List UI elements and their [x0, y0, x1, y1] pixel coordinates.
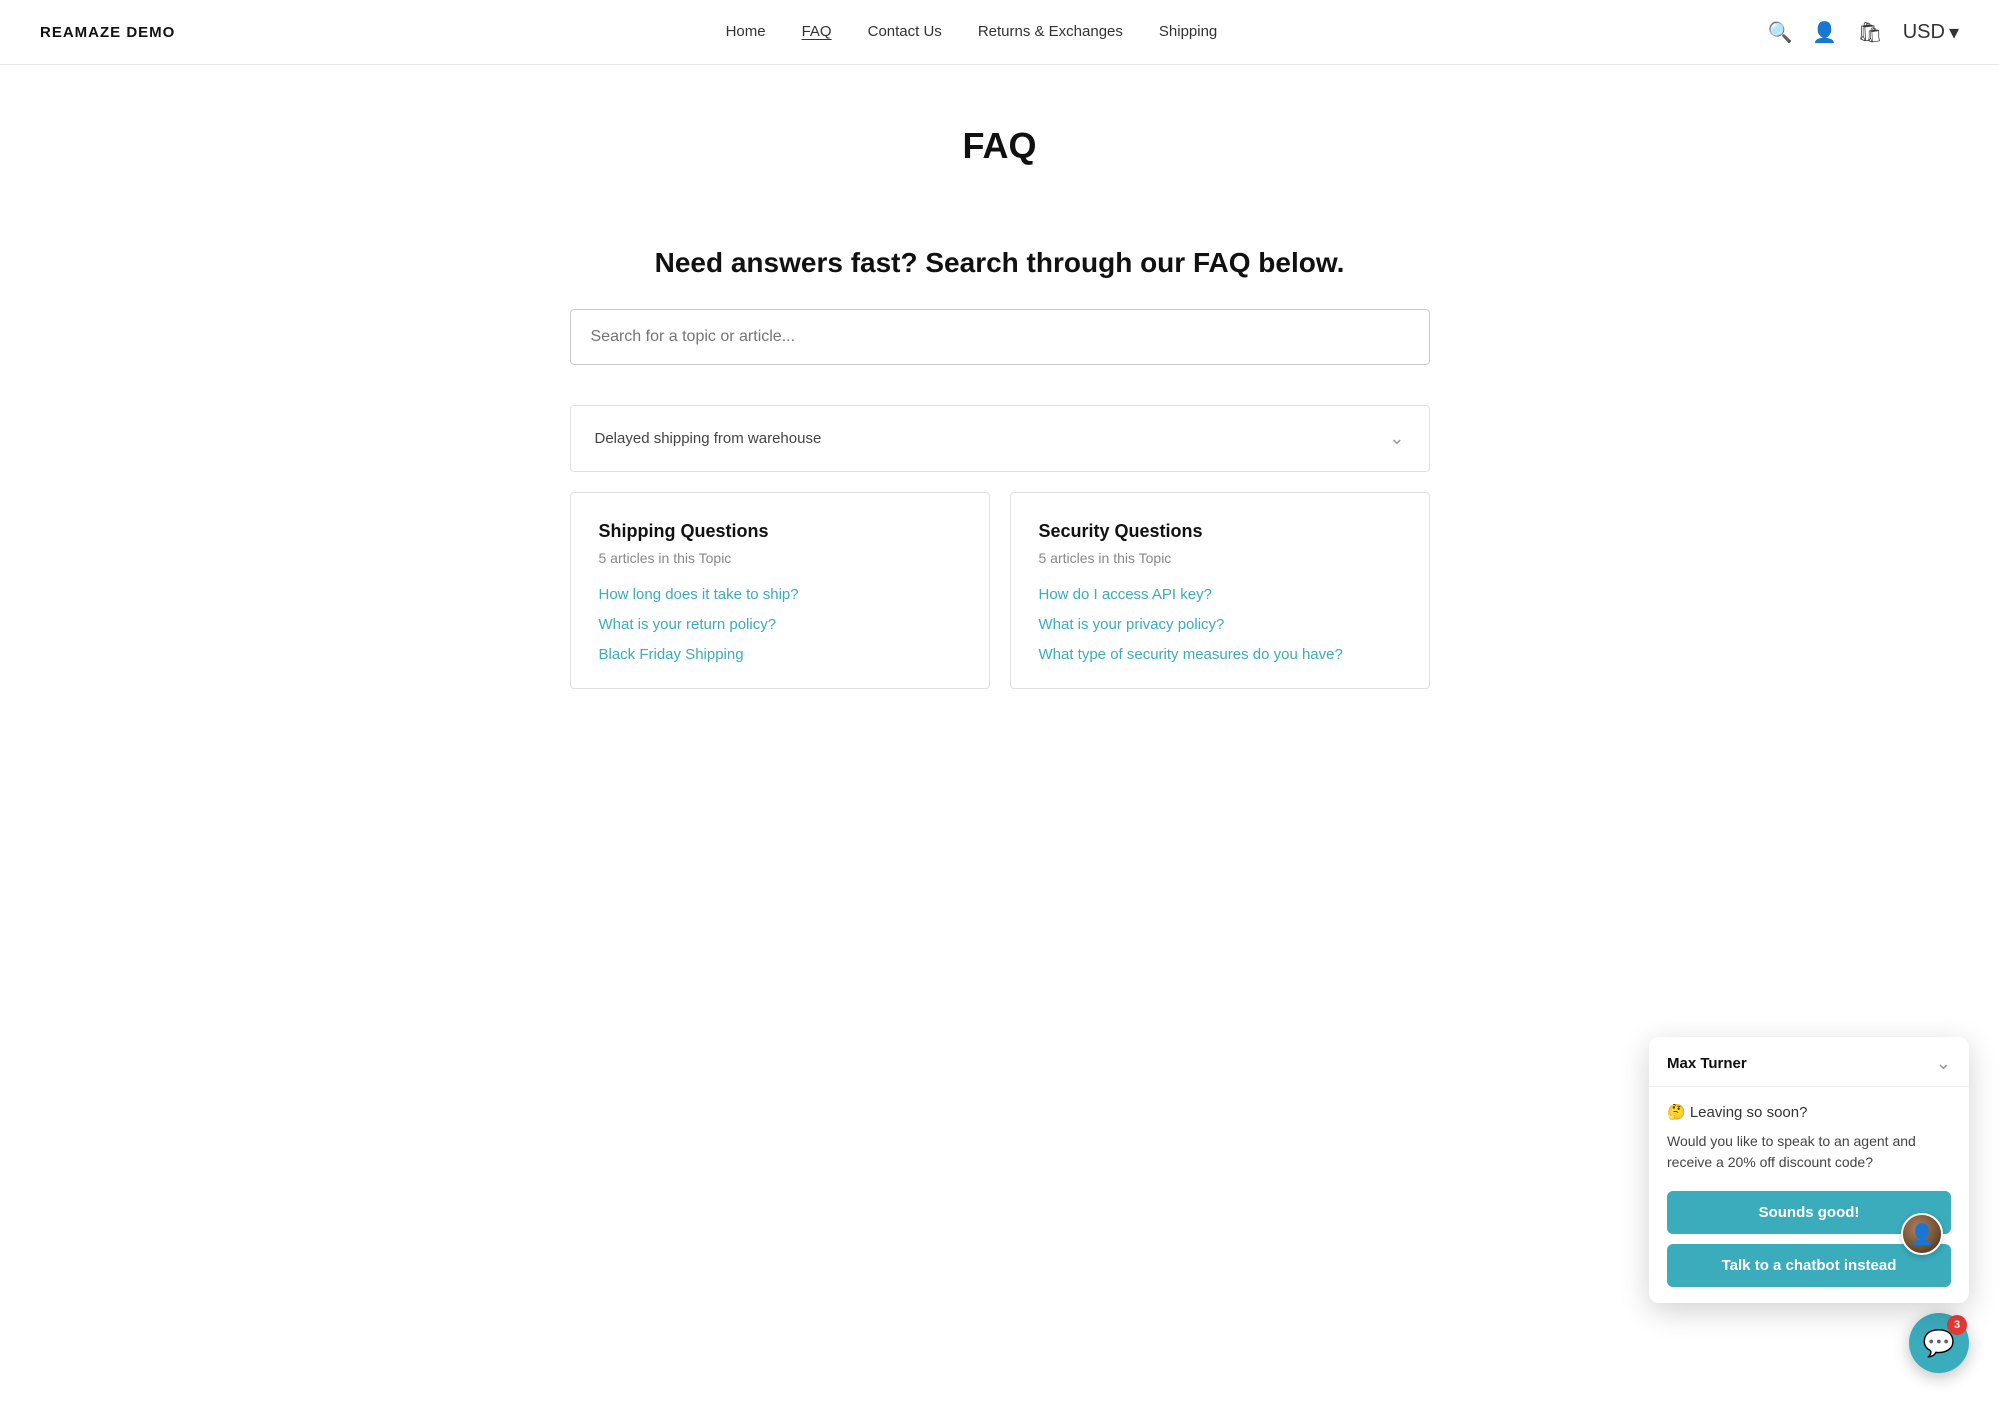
- currency-selector[interactable]: USD ▾: [1903, 20, 1959, 45]
- brand-logo[interactable]: REAMAZE DEMO: [40, 24, 175, 41]
- topic-card-shipping: Shipping Questions 5 articles in this To…: [570, 492, 990, 689]
- navbar: REAMAZE DEMO Home FAQ Contact Us Returns…: [0, 0, 1999, 65]
- security-link-0[interactable]: How do I access API key?: [1039, 586, 1212, 603]
- search-input[interactable]: [570, 309, 1430, 365]
- security-topic-links: How do I access API key? What is your pr…: [1039, 586, 1401, 664]
- nav-link-contact[interactable]: Contact Us: [868, 23, 942, 40]
- nav-links: Home FAQ Contact Us Returns & Exchanges …: [726, 23, 1218, 41]
- chevron-down-icon: ⌄: [1389, 428, 1404, 449]
- shipping-topic-count: 5 articles in this Topic: [599, 550, 961, 566]
- currency-label: USD: [1903, 21, 1945, 44]
- security-topic-title: Security Questions: [1039, 521, 1401, 542]
- chat-agent-name: Max Turner: [1667, 1055, 1747, 1072]
- chat-leaving-text: 🤔 Leaving so soon?: [1667, 1103, 1951, 1121]
- faq-row-text: Delayed shipping from warehouse: [595, 430, 822, 447]
- search-heading: Need answers fast? Search through our FA…: [570, 247, 1430, 279]
- chat-popup-header: Max Turner ⌄: [1649, 1037, 1969, 1087]
- chevron-down-icon[interactable]: ⌄: [1936, 1053, 1951, 1074]
- security-topic-count: 5 articles in this Topic: [1039, 550, 1401, 566]
- chat-agent-avatar: 👤: [1901, 1213, 1943, 1255]
- shipping-link-2[interactable]: Black Friday Shipping: [599, 646, 744, 663]
- topic-card-security: Security Questions 5 articles in this To…: [1010, 492, 1430, 689]
- faq-row-delayed-shipping[interactable]: Delayed shipping from warehouse ⌄: [570, 405, 1430, 472]
- main-content: FAQ Need answers fast? Search through ou…: [550, 65, 1450, 729]
- chat-message: Would you like to speak to an agent and …: [1667, 1131, 1951, 1173]
- topic-cards: Shipping Questions 5 articles in this To…: [570, 492, 1430, 689]
- shipping-topic-links: How long does it take to ship? What is y…: [599, 586, 961, 664]
- shipping-topic-title: Shipping Questions: [599, 521, 961, 542]
- chat-popup: Max Turner ⌄ 🤔 Leaving so soon? Would yo…: [1649, 1037, 1969, 1303]
- chat-popup-body: 🤔 Leaving so soon? Would you like to spe…: [1649, 1087, 1969, 1303]
- security-link-1[interactable]: What is your privacy policy?: [1039, 616, 1225, 633]
- security-link-2[interactable]: What type of security measures do you ha…: [1039, 646, 1343, 663]
- nav-icons: 🔍 👤 🛍 USD ▾: [1768, 20, 1959, 45]
- chat-open-button[interactable]: 💬 3: [1909, 1313, 1969, 1373]
- avatar-image: 👤: [1903, 1215, 1941, 1253]
- nav-link-shipping[interactable]: Shipping: [1159, 23, 1217, 40]
- search-icon[interactable]: 🔍: [1768, 20, 1793, 45]
- nav-link-faq[interactable]: FAQ: [802, 23, 832, 40]
- shipping-link-1[interactable]: What is your return policy?: [599, 616, 777, 633]
- nav-link-returns[interactable]: Returns & Exchanges: [978, 23, 1123, 40]
- page-title: FAQ: [570, 125, 1430, 167]
- user-icon[interactable]: 👤: [1812, 20, 1837, 45]
- currency-chevron-icon: ▾: [1949, 20, 1959, 45]
- chat-badge-count: 3: [1947, 1315, 1967, 1335]
- cart-icon[interactable]: 🛍: [1857, 20, 1882, 45]
- nav-link-home[interactable]: Home: [726, 23, 766, 40]
- shipping-link-0[interactable]: How long does it take to ship?: [599, 586, 799, 603]
